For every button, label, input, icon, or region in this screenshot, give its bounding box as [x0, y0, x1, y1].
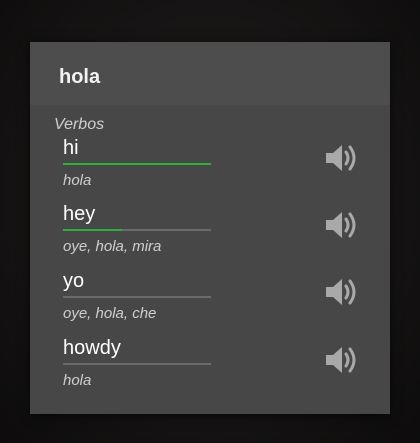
- entry-word[interactable]: howdy: [63, 337, 121, 360]
- translation-dialog: hola Verbos hi hola hey oye, hola, mira: [30, 42, 390, 414]
- entry-progress-bar: [63, 363, 211, 365]
- speaker-icon: [326, 145, 356, 171]
- speaker-button[interactable]: [322, 208, 362, 242]
- speaker-icon: [326, 347, 356, 373]
- speaker-button[interactable]: [322, 141, 362, 175]
- entry-word[interactable]: yo: [63, 270, 84, 293]
- entry-word[interactable]: hi: [63, 137, 79, 160]
- speaker-icon: [326, 212, 356, 238]
- speaker-button[interactable]: [322, 275, 362, 309]
- speaker-icon: [326, 279, 356, 305]
- translation-entry: hi hola: [30, 137, 390, 197]
- entry-meaning: hola: [63, 172, 92, 189]
- entry-meaning: oye, hola, che: [63, 305, 157, 322]
- section-label: Verbos: [54, 116, 105, 133]
- entry-meaning: hola: [63, 372, 92, 389]
- dialog-header: hola: [30, 42, 390, 105]
- entry-progress-fill: [63, 229, 123, 231]
- speaker-button[interactable]: [322, 343, 362, 377]
- entry-progress-bar: [63, 163, 211, 165]
- entry-progress-bar: [63, 296, 211, 298]
- dialog-title: hola: [59, 66, 101, 88]
- translation-entry: yo oye, hola, che: [30, 270, 390, 330]
- translation-entry: hey oye, hola, mira: [30, 203, 390, 263]
- entry-progress-bar: [63, 229, 211, 231]
- translation-entry: howdy hola: [30, 337, 390, 397]
- entry-meaning: oye, hola, mira: [63, 238, 162, 255]
- entry-word[interactable]: hey: [63, 203, 95, 226]
- entry-progress-fill: [63, 163, 211, 165]
